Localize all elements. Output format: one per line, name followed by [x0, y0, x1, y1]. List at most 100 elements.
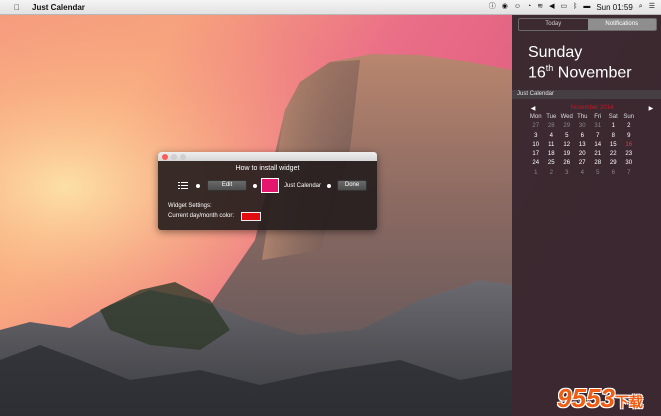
step-dot [253, 183, 257, 188]
apple-icon[interactable]:  [12, 3, 22, 12]
watermark-logo: 9553下载 [557, 383, 643, 414]
calendar-day[interactable]: 1 [606, 122, 622, 131]
search-icon[interactable]: ⌕ [639, 2, 643, 12]
calendar-day[interactable]: 24 [528, 159, 544, 168]
left-arrow-icon[interactable]: ◀ [528, 105, 538, 112]
calendar-day[interactable]: 7 [590, 132, 606, 141]
bluetooth-icon[interactable]: ᛒ [573, 2, 577, 12]
watermark-text: 9553 [557, 383, 615, 413]
calendar-day[interactable]: 22 [606, 150, 622, 159]
calendar-day[interactable]: 16 [621, 141, 637, 150]
calendar-day[interactable]: 25 [544, 159, 560, 168]
calendar-day[interactable]: 18 [544, 150, 560, 159]
date-heading: 16th November [528, 63, 632, 82]
status-area: ⓘ ◉ ☺ ◔ ≋ ◀ ▭ ᛒ ▬ Sun 01:59 ⌕ ☰ [489, 2, 655, 12]
day-of-week: Sunday [528, 44, 583, 61]
user-icon[interactable]: ☺ [514, 2, 521, 12]
weekday-label: Sun [623, 114, 635, 120]
list-icon [178, 182, 188, 189]
calendar-day[interactable]: 28 [590, 159, 606, 168]
done-button[interactable]: Done [337, 180, 368, 191]
calendar-day[interactable]: 15 [606, 141, 622, 150]
menu-bar:  Just Calendar ⓘ ◉ ☺ ◔ ≋ ◀ ▭ ᛒ ▬ Sun 01… [0, 0, 661, 15]
minimize-button[interactable] [171, 153, 177, 160]
notification-center: Today Notifications Sunday 16th November… [512, 14, 661, 416]
right-arrow-icon[interactable]: ▶ [646, 105, 656, 112]
calendar-day[interactable]: 19 [559, 150, 575, 159]
calendar-day[interactable]: 29 [559, 122, 575, 131]
calendar-day[interactable]: 13 [575, 141, 591, 150]
weekday-label: Tue [546, 114, 557, 120]
calendar-day[interactable]: 31 [590, 122, 606, 131]
volume-icon[interactable]: ◀ [549, 2, 554, 12]
calendar-day[interactable]: 9 [621, 132, 637, 141]
calendar-day[interactable]: 27 [575, 159, 591, 168]
widget-preview-swatch [261, 178, 279, 193]
calendar-day[interactable]: 5 [590, 169, 606, 178]
weekday-label: Wed [560, 114, 573, 120]
calendar-widget: ◀ November 2014 ▶ Mon Tue Wed Thu Fri Sat Sun 2… [528, 104, 656, 178]
zoom-button[interactable] [180, 153, 186, 160]
wifi-icon[interactable]: ≋ [537, 2, 543, 12]
flag-icon[interactable]: ▬ [583, 2, 590, 12]
widget-title: Just Calendar [512, 90, 661, 99]
calendar-day[interactable]: 11 [544, 141, 560, 150]
window-titlebar[interactable] [158, 152, 377, 161]
close-button[interactable] [162, 153, 168, 160]
tab-notifications[interactable]: Notifications [587, 19, 656, 30]
calendar-day[interactable]: 30 [575, 122, 591, 131]
menu-clock[interactable]: Sun 01:59 [596, 3, 632, 12]
info-icon[interactable]: ⓘ [489, 2, 496, 12]
calendar-day[interactable]: 4 [544, 132, 560, 141]
weekday-label: Sat [608, 114, 618, 120]
calendar-day[interactable]: 8 [606, 132, 622, 141]
desktop:  Just Calendar ⓘ ◉ ☺ ◔ ≋ ◀ ▭ ᛒ ▬ Sun 01… [0, 0, 661, 416]
calendar-day[interactable]: 12 [559, 141, 575, 150]
calendar-day[interactable]: 3 [528, 132, 544, 141]
calendar-header: ◀ November 2014 ▶ [528, 104, 656, 112]
calendar-day[interactable]: 30 [621, 159, 637, 168]
timer-icon[interactable]: ◔ [527, 2, 531, 12]
calendar-day[interactable]: 5 [559, 132, 575, 141]
date-month: November [557, 64, 632, 82]
edit-button[interactable]: Edit [207, 180, 247, 191]
weekday-label: Mon [529, 114, 542, 120]
calendar-day[interactable]: 7 [621, 169, 637, 178]
today-notifications-switch: Today Notifications [518, 18, 657, 31]
calendar-day[interactable]: 2 [621, 122, 637, 131]
calendar-day[interactable]: 4 [575, 169, 591, 178]
app-name-menu[interactable]: Just Calendar [32, 3, 85, 12]
calendar-day[interactable]: 10 [528, 141, 544, 150]
list-icon[interactable]: ☰ [649, 2, 655, 12]
install-widget-window: How to install widget Edit Just Calendar… [158, 152, 377, 230]
widget-name-label: Just Calendar [284, 182, 322, 189]
calendar-day[interactable]: 28 [544, 122, 560, 131]
current-color-label: Current day/month color: [168, 213, 235, 219]
calendar-day[interactable]: 26 [559, 159, 575, 168]
calendar-day[interactable]: 17 [528, 150, 544, 159]
weekday-label: Fri [594, 114, 602, 120]
calendar-day[interactable]: 2 [544, 169, 560, 178]
calendar-day[interactable]: 20 [575, 150, 591, 159]
weekday-label: Thu [577, 114, 588, 120]
calendar-day[interactable]: 14 [590, 141, 606, 150]
calendar-day[interactable]: 21 [590, 150, 606, 159]
calendar-day[interactable]: 3 [559, 169, 575, 178]
current-color-well[interactable] [241, 212, 261, 221]
calendar-day[interactable]: 6 [606, 169, 622, 178]
widget-settings-label: Widget Settings: [168, 203, 212, 209]
calendar-day[interactable]: 6 [575, 132, 591, 141]
calendar-day[interactable]: 23 [621, 150, 637, 159]
battery-icon[interactable]: ▭ [560, 2, 567, 12]
step-dot [196, 183, 200, 188]
install-steps: Edit Just Calendar Done [178, 178, 368, 193]
record-icon[interactable]: ◉ [502, 2, 508, 12]
calendar-day[interactable]: 1 [528, 169, 544, 178]
tab-today[interactable]: Today [519, 19, 588, 30]
window-title: How to install widget [235, 165, 300, 172]
calendar-day[interactable]: 27 [528, 122, 544, 131]
calendar-grid: Mon Tue Wed Thu Fri Sat Sun 27 28 29 30 31 1 2 3 4 5 6 7 8 9… [528, 113, 656, 178]
step-dot [327, 183, 332, 188]
date-day: 16 [528, 64, 546, 82]
calendar-day[interactable]: 29 [606, 159, 622, 168]
